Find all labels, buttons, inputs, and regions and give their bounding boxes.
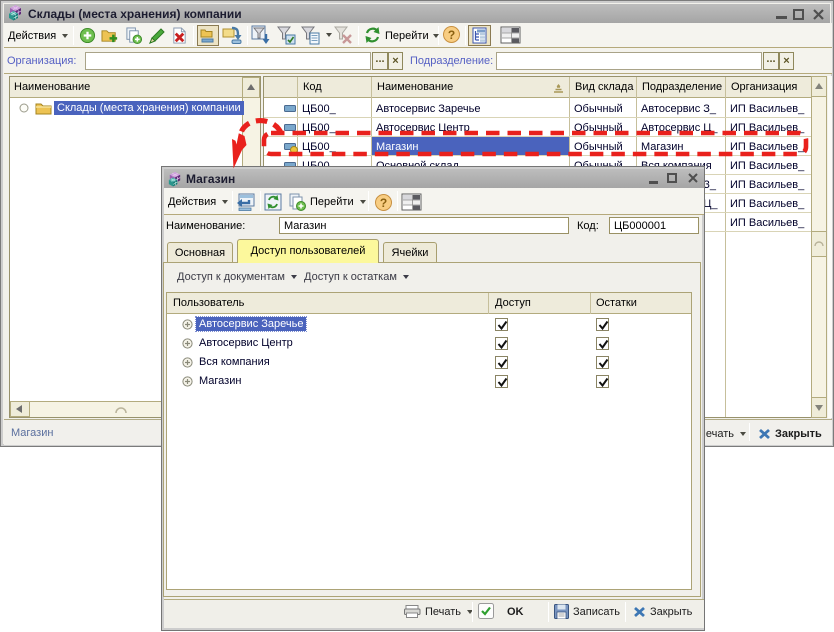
svg-text:?: ? — [380, 196, 387, 210]
svg-text:?: ? — [448, 28, 455, 42]
